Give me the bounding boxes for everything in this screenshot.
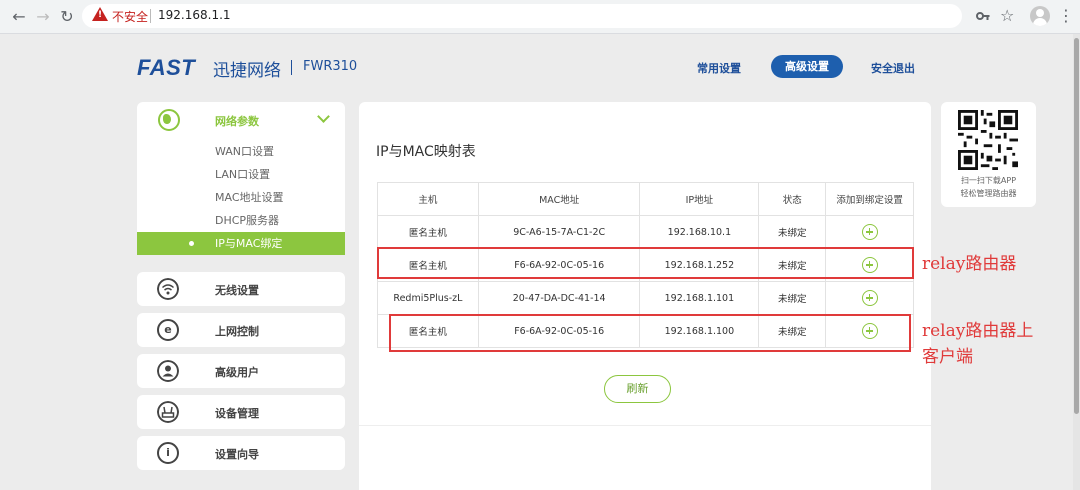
address-bar[interactable]: 不安全 192.168.1.1 [82, 4, 962, 28]
table-header-row: 主机 MAC地址 IP地址 状态 添加到绑定设置 [377, 182, 914, 216]
mac-cell: 20-47-DA-DC-41-14 [477, 281, 641, 315]
sidebar-item-wireless[interactable]: 无线设置 [137, 272, 345, 306]
info-icon: i [157, 442, 179, 464]
forward-icon[interactable]: → [32, 6, 54, 28]
header-divider [291, 60, 292, 75]
nav-logout[interactable]: 安全退出 [871, 60, 915, 76]
back-icon[interactable]: ← [8, 6, 30, 28]
mac-cell: 9C-A6-15-7A-C1-2C [477, 215, 641, 249]
wifi-icon [157, 278, 179, 300]
sidebar-item-mac[interactable]: MAC地址设置 [137, 186, 345, 209]
brand-name: 迅捷网络 [213, 61, 281, 81]
browser-toolbar: ← → ↻ 不安全 192.168.1.1 ☆ ⋮ [0, 0, 1080, 34]
column-header: IP地址 [639, 182, 760, 216]
sidebar-group-label: 网络参数 [215, 115, 259, 128]
sidebar-item-label: 设备管理 [215, 407, 259, 420]
qr-caption-line2: 轻松管理路由器 [960, 189, 1017, 198]
column-header: MAC地址 [477, 182, 641, 216]
add-binding-icon[interactable] [861, 224, 878, 240]
column-header: 添加到绑定设置 [825, 182, 914, 216]
sidebar-item-setup-wizard[interactable]: i 设置向导 [137, 436, 345, 470]
router-icon [157, 401, 179, 423]
menu-icon[interactable]: ⋮ [1058, 6, 1074, 26]
user-icon [157, 360, 179, 382]
sidebar-item-label: 上网控制 [215, 325, 259, 338]
logo: FAST [137, 55, 196, 80]
model-name: FWR310 [303, 59, 358, 74]
sidebar-item-advanced-user[interactable]: 高级用户 [137, 354, 345, 388]
host-cell: Redmi5Plus-zL [377, 281, 479, 315]
ip-cell: 192.168.1.101 [639, 281, 760, 315]
host-cell: 匿名主机 [377, 215, 479, 249]
add-binding-cell [825, 281, 914, 315]
annotation-box-relay-router [377, 247, 914, 279]
qr-code-icon [958, 110, 1018, 170]
nav-advanced-settings[interactable]: 高级设置 [771, 55, 843, 78]
warning-icon [92, 7, 108, 21]
column-header: 状态 [758, 182, 827, 216]
sidebar-item-label: 高级用户 [215, 366, 259, 379]
nav-common-settings[interactable]: 常用设置 [697, 60, 741, 76]
status-cell: 未绑定 [758, 215, 827, 249]
main-panel: IP与MAC映射表 主机 MAC地址 IP地址 状态 添加到绑定设置 匿名主机 … [359, 102, 931, 490]
annotation-box-relay-client [389, 314, 911, 352]
star-icon[interactable]: ☆ [1000, 7, 1014, 25]
status-cell: 未绑定 [758, 281, 827, 315]
security-label[interactable]: 不安全 [112, 8, 148, 25]
sidebar-item-ip-mac-binding[interactable]: IP与MAC绑定 [137, 232, 345, 255]
address-separator [150, 9, 151, 23]
avatar[interactable] [1030, 6, 1050, 26]
column-header: 主机 [377, 182, 479, 216]
sidebar-item-device-management[interactable]: 设备管理 [137, 395, 345, 429]
globe-icon [158, 109, 180, 131]
internet-explorer-icon: e [157, 319, 179, 341]
divider [359, 425, 931, 426]
sidebar-item-label: 无线设置 [215, 284, 259, 297]
ip-cell: 192.168.10.1 [639, 215, 760, 249]
table-row: Redmi5Plus-zL 20-47-DA-DC-41-14 192.168.… [377, 281, 914, 315]
sidebar-item-access-control[interactable]: e 上网控制 [137, 313, 345, 347]
reload-icon[interactable]: ↻ [56, 6, 78, 28]
sidebar-group-header[interactable]: 网络参数 [137, 102, 345, 138]
sidebar-item-lan[interactable]: LAN口设置 [137, 163, 345, 186]
qr-caption-line1: 扫一扫下载APP [960, 176, 1017, 185]
add-binding-icon[interactable] [861, 290, 878, 306]
table-row: 匿名主机 9C-A6-15-7A-C1-2C 192.168.10.1 未绑定 [377, 215, 914, 249]
key-icon[interactable] [976, 9, 990, 23]
annotation-text-relay-router: relay路由器 [922, 254, 1017, 274]
add-binding-cell [825, 215, 914, 249]
chevron-down-icon [317, 110, 330, 123]
annotation-text-relay-client-line1: relay路由器上 [922, 321, 1034, 341]
qr-download-panel: 扫一扫下载APP 轻松管理路由器 [941, 102, 1036, 207]
sidebar-item-dhcp[interactable]: DHCP服务器 [137, 209, 345, 232]
scrollbar-thumb[interactable] [1074, 38, 1079, 414]
sidebar-item-label: 设置向导 [215, 448, 259, 461]
url-text[interactable]: 192.168.1.1 [158, 8, 231, 22]
page-title: IP与MAC映射表 [376, 144, 476, 160]
refresh-button[interactable]: 刷新 [604, 375, 671, 403]
sidebar-item-wan[interactable]: WAN口设置 [137, 140, 345, 163]
annotation-text-relay-client-line2: 客户端 [922, 347, 973, 367]
